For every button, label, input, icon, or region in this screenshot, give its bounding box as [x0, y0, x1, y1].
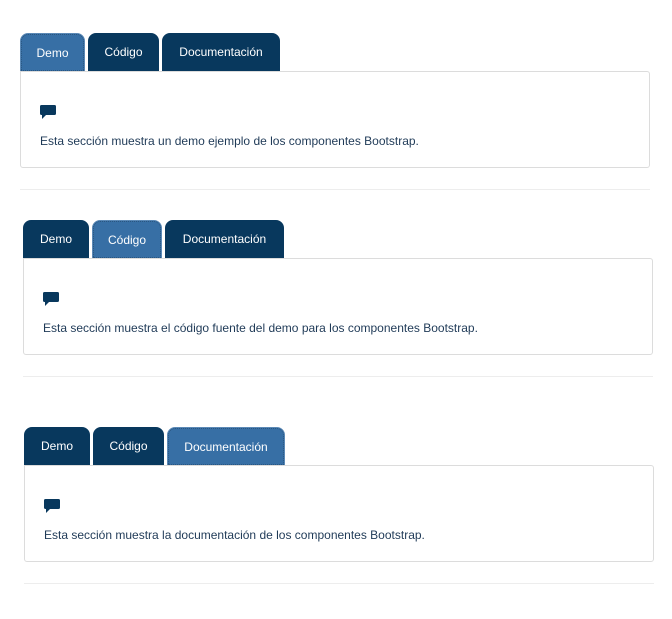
comment-icon [44, 499, 60, 513]
tab-demo[interactable]: Demo [24, 427, 90, 466]
panel-description: Esta sección muestra la documentación de… [44, 528, 425, 542]
tab-codigo[interactable]: Código [92, 220, 162, 259]
divider [24, 583, 654, 584]
comment-icon [43, 292, 59, 306]
tab-section-demo: Demo Código Documentación Esta sección m… [20, 33, 650, 168]
panel-description: Esta sección muestra el código fuente de… [43, 321, 478, 335]
tab-section-documentacion: Demo Código Documentación Esta sección m… [24, 427, 654, 562]
tab-codigo[interactable]: Código [88, 33, 159, 72]
tab-panel: Esta sección muestra el código fuente de… [23, 258, 653, 355]
panel-description: Esta sección muestra un demo ejemplo de … [40, 134, 419, 148]
tab-documentacion[interactable]: Documentación [165, 220, 284, 259]
tab-panel: Esta sección muestra un demo ejemplo de … [20, 71, 650, 168]
divider [23, 376, 653, 377]
tab-documentacion[interactable]: Documentación [167, 427, 285, 466]
tab-codigo[interactable]: Código [93, 427, 164, 466]
tab-panel: Esta sección muestra la documentación de… [24, 465, 654, 562]
tab-demo[interactable]: Demo [23, 220, 89, 259]
comment-icon [40, 105, 56, 119]
tab-demo[interactable]: Demo [20, 33, 85, 72]
tab-documentacion[interactable]: Documentación [162, 33, 280, 72]
divider [20, 189, 650, 190]
tab-section-codigo: Demo Código Documentación Esta sección m… [23, 220, 653, 355]
